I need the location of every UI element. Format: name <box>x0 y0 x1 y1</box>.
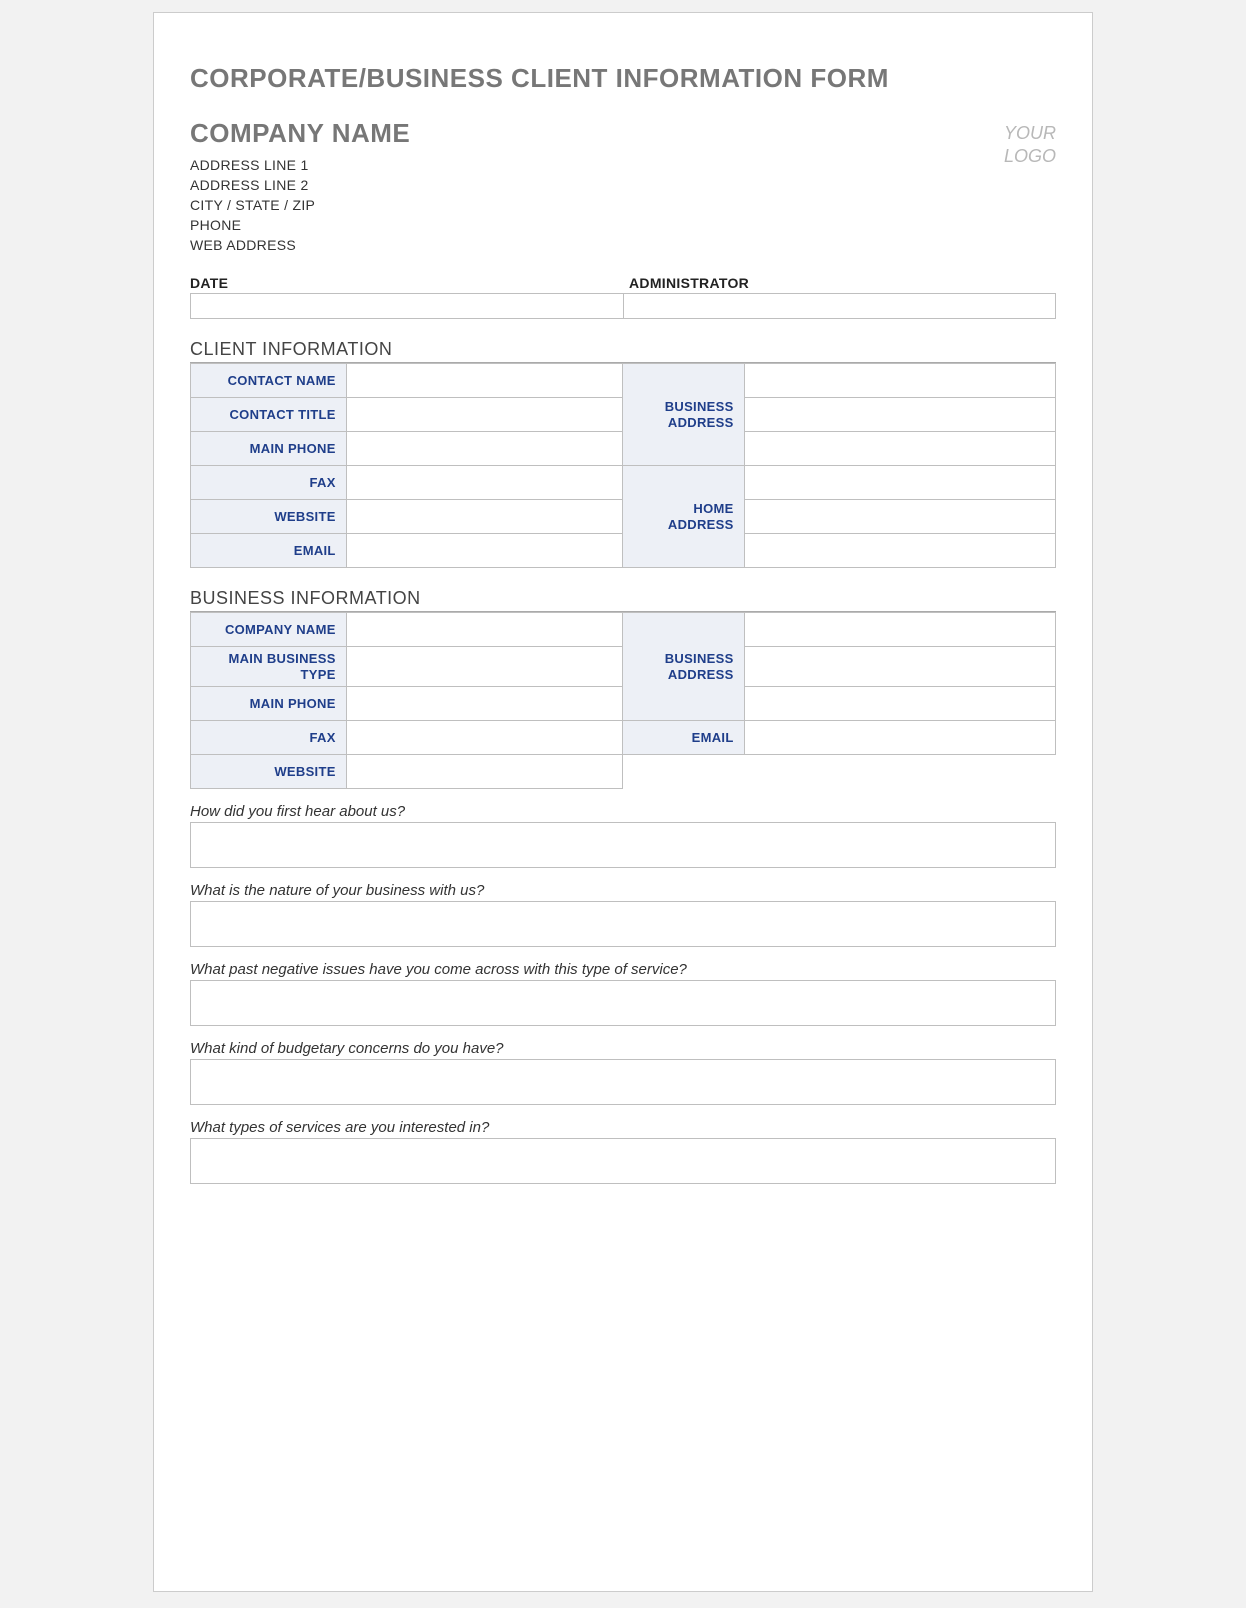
question-3: What past negative issues have you come … <box>190 961 1056 978</box>
input-biz-fax[interactable] <box>346 721 623 755</box>
document-page: CORPORATE/BUSINESS CLIENT INFORMATION FO… <box>153 12 1093 1592</box>
client-info-table: CONTACT NAME BUSINESS ADDRESS CONTACT TI… <box>190 363 1056 568</box>
company-web: WEB ADDRESS <box>190 237 410 253</box>
logo-placeholder: YOUR LOGO <box>1004 118 1056 167</box>
label-email: EMAIL <box>191 534 347 568</box>
input-home-address-2[interactable] <box>744 500 1055 534</box>
input-email[interactable] <box>346 534 623 568</box>
input-business-address-1[interactable] <box>744 364 1055 398</box>
question-1: How did you first hear about us? <box>190 803 1056 820</box>
form-title: CORPORATE/BUSINESS CLIENT INFORMATION FO… <box>190 63 1056 94</box>
input-website[interactable] <box>346 500 623 534</box>
input-biz-main-phone[interactable] <box>346 687 623 721</box>
input-biz-address-1[interactable] <box>744 613 1055 647</box>
input-contact-name[interactable] <box>346 364 623 398</box>
answer-4[interactable] <box>190 1059 1056 1105</box>
input-business-address-2[interactable] <box>744 398 1055 432</box>
business-info-table: COMPANY NAME BUSINESS ADDRESS MAIN BUSIN… <box>190 612 1056 789</box>
input-business-address-3[interactable] <box>744 432 1055 466</box>
label-fax: FAX <box>191 466 347 500</box>
date-admin-row: DATE ADMINISTRATOR <box>190 273 1056 293</box>
date-admin-inputs <box>190 293 1056 319</box>
address-line-2: ADDRESS LINE 2 <box>190 177 410 193</box>
label-biz-fax: FAX <box>191 721 347 755</box>
input-contact-title[interactable] <box>346 398 623 432</box>
input-biz-email[interactable] <box>744 721 1055 755</box>
input-biz-company-name[interactable] <box>346 613 623 647</box>
company-name: COMPANY NAME <box>190 118 410 149</box>
section-business-information: BUSINESS INFORMATION <box>190 588 1056 612</box>
label-contact-title: CONTACT TITLE <box>191 398 347 432</box>
administrator-label: ADMINISTRATOR <box>623 273 1056 293</box>
label-contact-name: CONTACT NAME <box>191 364 347 398</box>
input-main-phone[interactable] <box>346 432 623 466</box>
answer-5[interactable] <box>190 1138 1056 1184</box>
logo-text-line2: LOGO <box>1004 145 1056 168</box>
input-biz-address-3[interactable] <box>744 687 1055 721</box>
label-home-address: HOME ADDRESS <box>623 466 744 568</box>
input-home-address-1[interactable] <box>744 466 1055 500</box>
label-main-phone: MAIN PHONE <box>191 432 347 466</box>
label-biz-company-name: COMPANY NAME <box>191 613 347 647</box>
input-biz-address-2[interactable] <box>744 647 1055 687</box>
answer-1[interactable] <box>190 822 1056 868</box>
answer-2[interactable] <box>190 901 1056 947</box>
label-website: WEBSITE <box>191 500 347 534</box>
section-client-information: CLIENT INFORMATION <box>190 339 1056 363</box>
company-block: COMPANY NAME ADDRESS LINE 1 ADDRESS LINE… <box>190 118 410 257</box>
label-biz-business-address: BUSINESS ADDRESS <box>623 613 744 721</box>
label-biz-email: EMAIL <box>623 721 744 755</box>
date-label: DATE <box>190 273 623 293</box>
input-biz-website[interactable] <box>346 755 623 789</box>
question-4: What kind of budgetary concerns do you h… <box>190 1040 1056 1057</box>
question-5: What types of services are you intereste… <box>190 1119 1056 1136</box>
city-state-zip: CITY / STATE / ZIP <box>190 197 410 213</box>
logo-text-line1: YOUR <box>1004 122 1056 145</box>
label-biz-main-phone: MAIN PHONE <box>191 687 347 721</box>
label-biz-website: WEBSITE <box>191 755 347 789</box>
company-phone: PHONE <box>190 217 410 233</box>
input-main-business-type[interactable] <box>346 647 623 687</box>
administrator-input[interactable] <box>623 293 1056 319</box>
input-home-address-3[interactable] <box>744 534 1055 568</box>
label-main-business-type: MAIN BUSINESS TYPE <box>191 647 347 687</box>
input-fax[interactable] <box>346 466 623 500</box>
date-input[interactable] <box>190 293 623 319</box>
question-2: What is the nature of your business with… <box>190 882 1056 899</box>
header-row: COMPANY NAME ADDRESS LINE 1 ADDRESS LINE… <box>190 118 1056 257</box>
label-business-address: BUSINESS ADDRESS <box>623 364 744 466</box>
address-line-1: ADDRESS LINE 1 <box>190 157 410 173</box>
answer-3[interactable] <box>190 980 1056 1026</box>
